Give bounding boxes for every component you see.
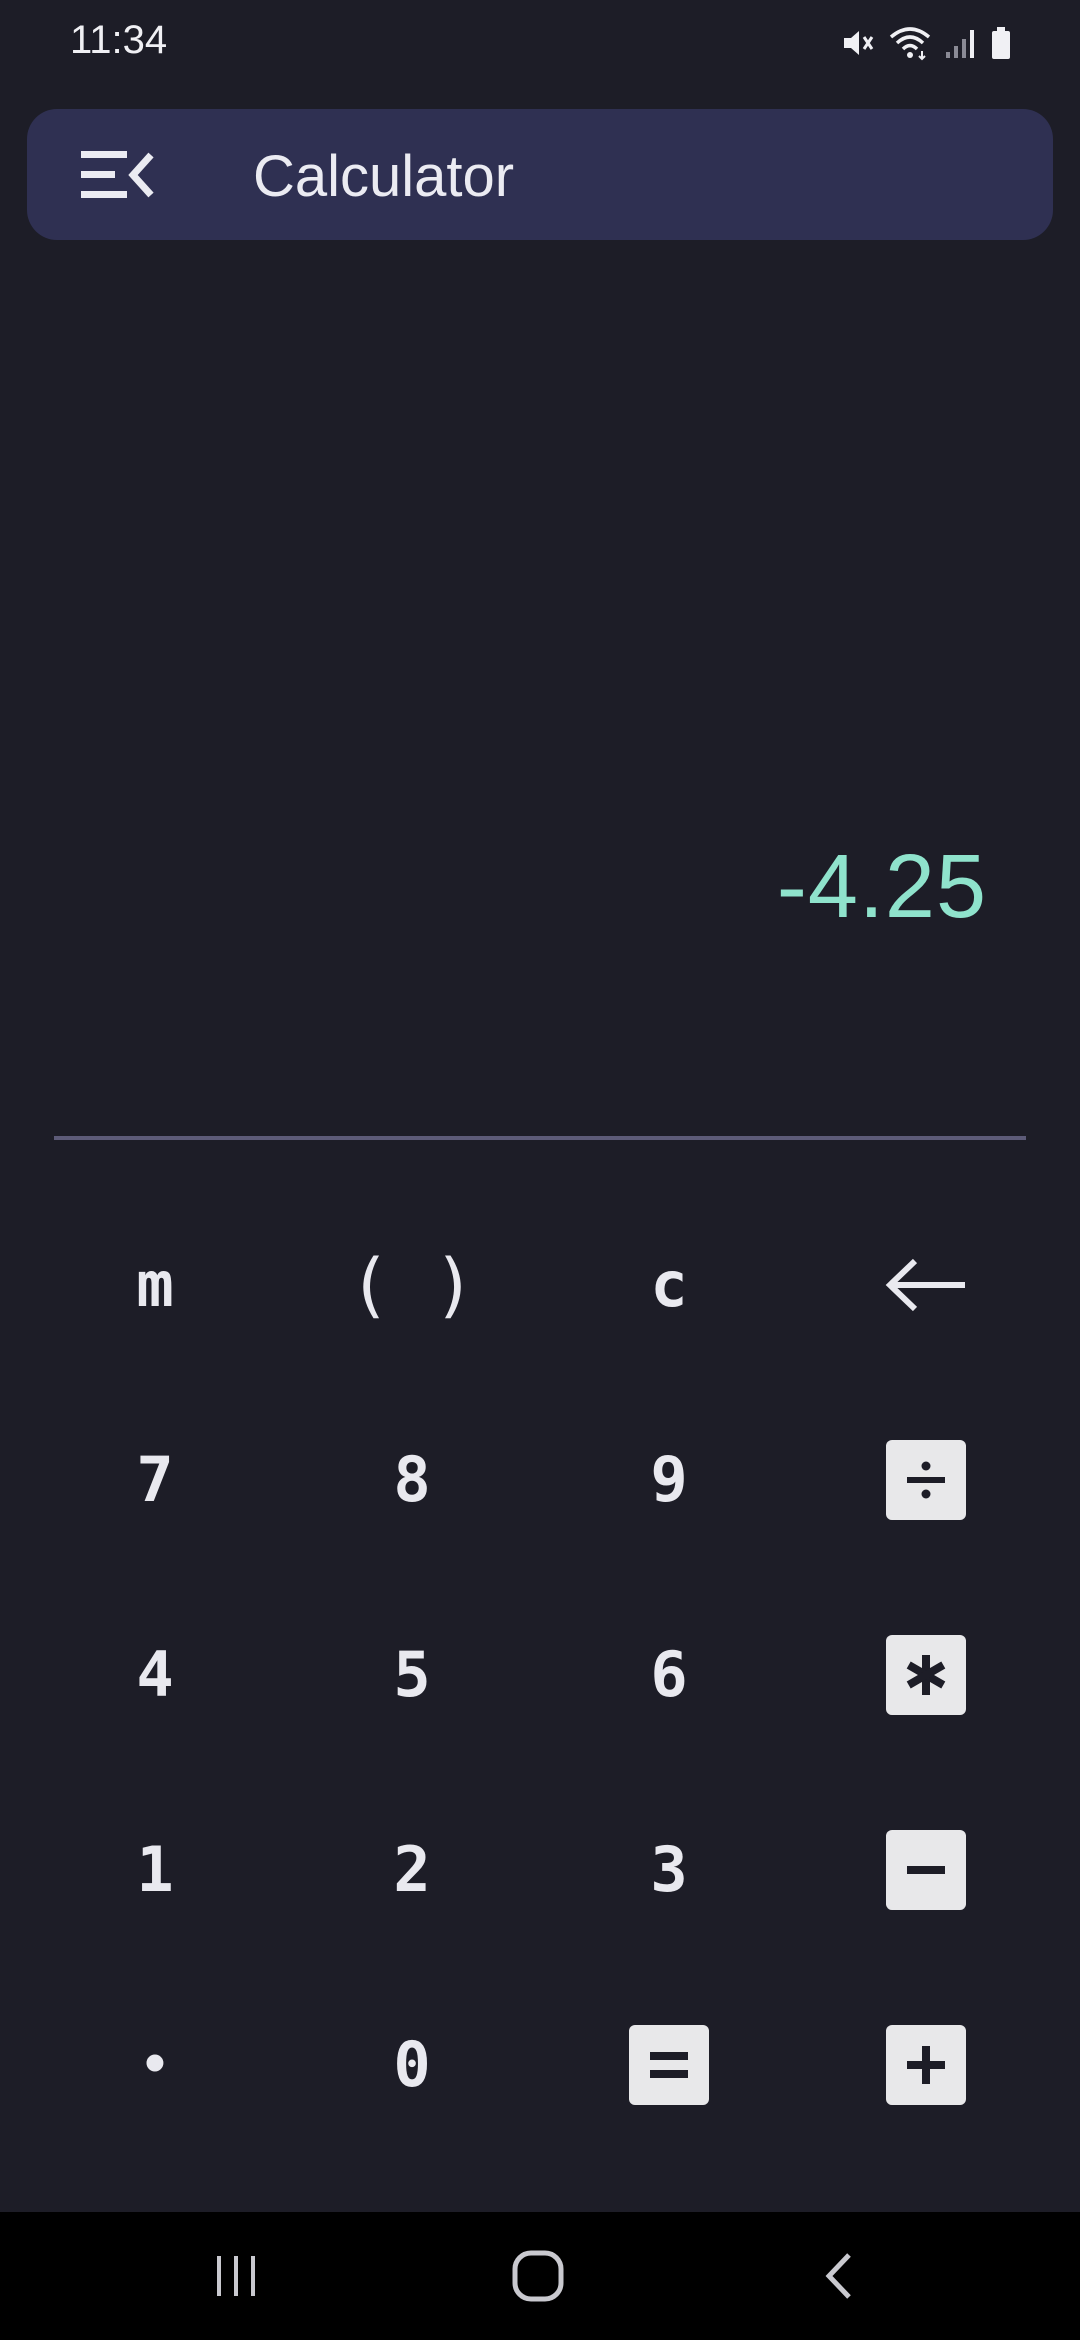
status-bar: 11:34 [0,0,1080,86]
digit-4-button[interactable]: 4 [65,1600,245,1750]
recent-apps-icon [217,2256,255,2296]
digit-8-label: 8 [393,1443,431,1516]
multiply-button[interactable] [836,1600,1016,1750]
wifi-icon [889,27,931,61]
digit-3-button[interactable]: 3 [579,1795,759,1945]
signal-icon [946,30,974,58]
equals-button[interactable] [579,1990,759,2140]
digit-0-button[interactable]: 0 [322,1990,502,2140]
home-button[interactable] [478,2236,598,2316]
status-time: 11:34 [70,18,168,62]
multiply-icon [886,1635,966,1715]
result-display: -4.25 [776,837,987,937]
home-icon [512,2250,564,2302]
decimal-label: • [140,2037,170,2093]
divide-icon [886,1440,966,1520]
digit-1-button[interactable]: 1 [65,1795,245,1945]
plus-button[interactable] [836,1990,1016,2140]
back-icon [825,2253,851,2299]
digit-6-button[interactable]: 6 [579,1600,759,1750]
minus-button[interactable] [836,1795,1016,1945]
digit-8-button[interactable]: 8 [322,1405,502,1555]
menu-collapse-icon[interactable] [81,143,181,207]
battery-icon [992,27,1010,59]
digit-5-label: 5 [393,1638,431,1711]
equals-icon [629,2025,709,2105]
display-divider [54,1136,1026,1140]
digit-4-label: 4 [136,1638,174,1711]
memory-label: m [136,1248,174,1321]
digit-9-button[interactable]: 9 [579,1405,759,1555]
digit-2-label: 2 [393,1833,431,1906]
digit-9-label: 9 [650,1443,688,1516]
digit-1-label: 1 [136,1833,174,1906]
digit-5-button[interactable]: 5 [322,1600,502,1750]
plus-icon [886,2025,966,2105]
divide-button[interactable] [836,1405,1016,1555]
backspace-icon [885,1258,965,1312]
memory-button[interactable]: m [65,1210,245,1360]
parentheses-button[interactable]: ( ) [322,1210,502,1360]
system-nav-bar [0,2212,1080,2340]
digit-7-button[interactable]: 7 [65,1405,245,1555]
clear-label: c [650,1248,688,1321]
clear-button[interactable]: c [579,1210,759,1360]
decimal-button[interactable]: • [65,1990,245,2140]
backspace-button[interactable] [836,1210,1016,1360]
digit-6-label: 6 [650,1638,688,1711]
digit-2-button[interactable]: 2 [322,1795,502,1945]
parentheses-label: ( ) [348,1244,476,1326]
back-button[interactable] [780,2236,900,2316]
mute-icon [844,31,874,55]
calculator-app: 11:34 Calculator -4.25 m () c 7 8 9 4 5… [0,0,1080,2340]
digit-3-label: 3 [650,1833,688,1906]
status-icons [840,22,1012,64]
recent-apps-button[interactable] [176,2236,296,2316]
digit-7-label: 7 [136,1443,174,1516]
app-header: Calculator [27,109,1053,240]
digit-0-label: 0 [393,2028,431,2101]
page-title: Calculator [253,144,515,209]
minus-icon [886,1830,966,1910]
